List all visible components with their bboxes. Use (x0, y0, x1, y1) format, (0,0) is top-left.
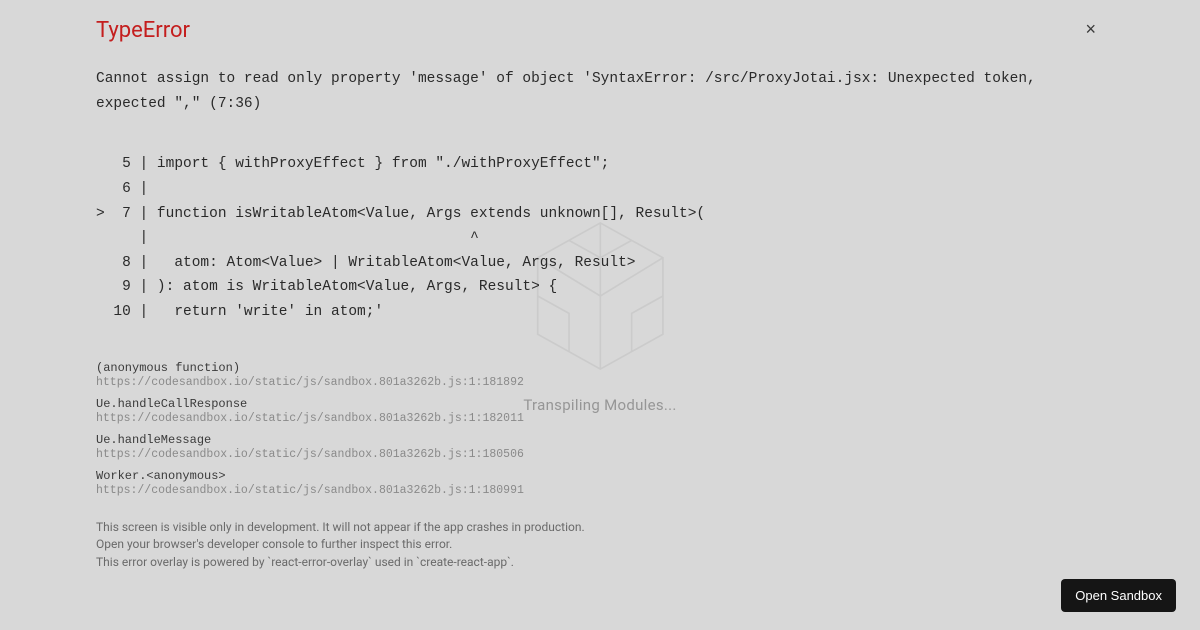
stack-location: https://codesandbox.io/static/js/sandbox… (96, 448, 1100, 461)
stack-function: Worker.<anonymous> (96, 469, 1100, 483)
close-icon[interactable]: × (1081, 18, 1100, 40)
stack-location: https://codesandbox.io/static/js/sandbox… (96, 484, 1100, 497)
stack-function: Ue.handleCallResponse (96, 397, 1100, 411)
stack-location: https://codesandbox.io/static/js/sandbox… (96, 376, 1100, 389)
open-sandbox-button[interactable]: Open Sandbox (1061, 579, 1176, 612)
stack-frame: Ue.handleCallResponse https://codesandbo… (96, 397, 1100, 425)
error-overlay: TypeError × Cannot assign to read only p… (0, 0, 1200, 630)
stack-function: (anonymous function) (96, 361, 1100, 375)
error-header: TypeError × (96, 18, 1100, 43)
error-code-block: 5 | import { withProxyEffect } from "./w… (96, 152, 1100, 324)
footer-note: This screen is visible only in developme… (96, 519, 1100, 571)
error-title: TypeError (96, 18, 190, 43)
footer-line: This error overlay is powered by `react-… (96, 554, 1100, 571)
stack-frame: Worker.<anonymous> https://codesandbox.i… (96, 469, 1100, 497)
stack-trace: (anonymous function) https://codesandbox… (96, 361, 1100, 497)
stack-function: Ue.handleMessage (96, 433, 1100, 447)
error-message: Cannot assign to read only property 'mes… (96, 67, 1100, 116)
stack-frame: Ue.handleMessage https://codesandbox.io/… (96, 433, 1100, 461)
footer-line: Open your browser's developer console to… (96, 536, 1100, 553)
footer-line: This screen is visible only in developme… (96, 519, 1100, 536)
stack-frame: (anonymous function) https://codesandbox… (96, 361, 1100, 389)
stack-location: https://codesandbox.io/static/js/sandbox… (96, 412, 1100, 425)
